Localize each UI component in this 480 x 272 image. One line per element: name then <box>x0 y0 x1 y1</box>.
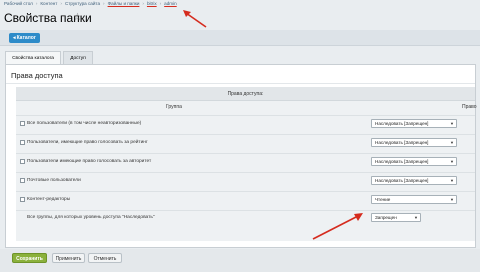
row-group-label: Пользователи имеющие право голосовать за… <box>27 159 152 164</box>
tab-access[interactable]: Доступ <box>63 51 93 64</box>
row-checkbox[interactable] <box>20 121 25 126</box>
breadcrumb: Рабочий стол › Контент › Структура сайта › Фай… <box>4 1 180 9</box>
save-button[interactable]: Сохранить <box>12 253 47 263</box>
table-header-title: Права доступа: <box>227 91 264 97</box>
catalog-button-label: Каталог <box>16 35 36 41</box>
breadcrumb-separator: › <box>60 1 62 6</box>
select-value: Запрещен <box>375 215 397 220</box>
table-row: Пользователи, имеющие право голосовать з… <box>16 135 475 152</box>
breadcrumb-separator: › <box>103 1 105 6</box>
table-row: Все пользователи (в том числе неавторизо… <box>16 116 475 133</box>
annotation-arrow-bottom <box>312 213 363 240</box>
chevron-down-icon: ▼ <box>450 159 454 164</box>
row-checkbox[interactable] <box>20 140 25 145</box>
section-title: Права доступа <box>11 71 63 80</box>
row-group-label: Контент-редакторы <box>27 197 71 202</box>
chevron-down-icon: ▼ <box>414 215 418 220</box>
chevron-down-icon: ▼ <box>450 178 454 183</box>
row-group-label: Все группы, для которых уровень доступа … <box>27 215 155 220</box>
access-level-select[interactable]: Наследовать [Запрещен] ▼ <box>371 138 457 147</box>
breadcrumb-separator: › <box>35 1 38 6</box>
select-value: Наследовать [Запрещен] <box>375 159 429 164</box>
select-value: Наследовать [Запрещен] <box>375 178 429 183</box>
table-row: Контент-редакторы Чтение ▼ <box>16 192 475 209</box>
chevron-down-icon: ▼ <box>450 121 454 126</box>
row-checkbox[interactable] <box>20 197 25 202</box>
row-checkbox[interactable] <box>20 159 25 164</box>
breadcrumb-item-content[interactable]: Контент <box>40 1 57 6</box>
select-value: Чтение <box>375 197 391 202</box>
select-value: Наследовать [Запрещен] <box>375 121 429 126</box>
star-outline-icon[interactable]: ☆ <box>73 12 82 23</box>
tab-folder-properties[interactable]: Свойства каталога <box>5 51 61 64</box>
breadcrumb-item-site-structure[interactable]: Структура сайта <box>65 1 100 6</box>
access-level-select[interactable]: Наследовать [Запрещен] ▼ <box>371 157 457 166</box>
breadcrumb-separator: › <box>142 1 144 6</box>
breadcrumb-item-admin[interactable]: admin <box>164 1 177 6</box>
breadcrumb-item-desktop[interactable]: Рабочий стол <box>4 1 33 6</box>
breadcrumb-separator: › <box>159 1 162 6</box>
access-level-select[interactable]: Чтение ▼ <box>371 195 457 204</box>
annotation-arrow-top <box>183 10 207 28</box>
catalog-button[interactable]: ◂Каталог <box>9 33 40 43</box>
access-table: Права доступа: Группа Право Все пользова… <box>16 87 477 241</box>
access-panel: Права доступа Права доступа: Группа Прав… <box>5 64 477 248</box>
row-checkbox[interactable] <box>20 178 25 183</box>
access-level-select[interactable]: Наследовать [Запрещен] ▼ <box>371 119 457 128</box>
column-header-group: Группа <box>166 104 182 110</box>
column-header-right: Право <box>462 104 477 110</box>
chevron-down-icon: ▼ <box>450 140 454 145</box>
access-level-select[interactable]: Запрещен ▼ <box>371 213 421 222</box>
cancel-button[interactable]: Отменить <box>88 253 122 263</box>
access-level-select[interactable]: Наследовать [Запрещен] ▼ <box>371 176 457 185</box>
row-group-label: Пользователи, имеющие право голосовать з… <box>27 140 148 145</box>
row-group-label: Почтовые пользователи <box>27 178 81 183</box>
row-group-label: Все пользователи (в том числе неавторизо… <box>27 121 142 126</box>
table-row: Почтовые пользователи Наследовать [Запре… <box>16 173 475 190</box>
arrow-left-icon: ◂ <box>13 35 16 41</box>
chevron-down-icon: ▼ <box>450 197 454 202</box>
select-value: Наследовать [Запрещен] <box>375 140 429 145</box>
breadcrumb-item-files-folders[interactable]: Файлы и папки <box>108 1 140 6</box>
table-row: Пользователи имеющие право голосовать за… <box>16 154 475 171</box>
breadcrumb-item-bitrix[interactable]: bitrix <box>147 1 157 6</box>
divider <box>6 83 475 84</box>
apply-button[interactable]: Применить <box>52 253 85 263</box>
toolbar-band <box>0 30 480 46</box>
table-row: Все группы, для которых уровень доступа … <box>16 211 475 228</box>
